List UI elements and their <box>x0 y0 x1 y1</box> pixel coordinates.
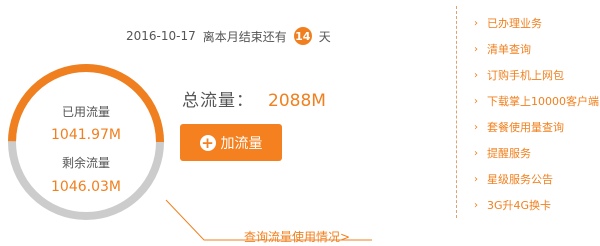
menu-item-star-service-notice[interactable]: › 星级服务公告 <box>474 166 599 192</box>
menu-divider <box>456 6 457 218</box>
menu-item-plan-usage[interactable]: › 套餐使用量查询 <box>474 114 599 140</box>
days-unit: 天 <box>318 29 331 44</box>
menu-item-order-data-pack[interactable]: › 订购手机上网包 <box>474 62 599 88</box>
days-left-badge: 14 <box>293 27 312 45</box>
chevron-right-icon: › <box>474 199 478 211</box>
chevron-right-icon: › <box>474 17 478 29</box>
total-flow-value: 2088M <box>268 91 326 111</box>
date-line: 2016-10-17 离本月结束还有 14 天 <box>126 26 331 46</box>
chevron-right-icon: › <box>474 173 478 185</box>
plus-icon: + <box>199 133 216 152</box>
menu-item-reminder-service[interactable]: › 提醒服务 <box>474 140 599 166</box>
month-end-text: 离本月结束还有 <box>202 29 287 44</box>
chevron-right-icon: › <box>474 147 478 159</box>
chevron-right-icon: › <box>474 43 478 55</box>
side-menu: › 已办理业务 › 清单查询 › 订购手机上网包 › 下载掌上10000客户端 › 套餐使… <box>474 10 599 218</box>
used-label: 已用流量 <box>61 105 110 119</box>
remaining-label: 剩余流量 <box>61 156 110 170</box>
total-flow-label: 总流量： <box>182 91 254 111</box>
chevron-right-icon: › <box>474 95 478 107</box>
menu-item-bill-query[interactable]: › 清单查询 <box>474 36 599 62</box>
add-flow-label: 加流量 <box>220 135 263 152</box>
add-flow-button[interactable]: + 加流量 <box>180 124 282 161</box>
menu-item-3g-to-4g[interactable]: › 3G升4G换卡 <box>474 192 599 218</box>
used-value: 1041.97M <box>51 127 121 143</box>
chevron-right-icon: › <box>474 121 478 133</box>
menu-item-download-client[interactable]: › 下载掌上10000客户端 <box>474 88 599 114</box>
menu-item-processed-services[interactable]: › 已办理业务 <box>474 10 599 36</box>
chevron-right-icon: › <box>474 69 478 81</box>
current-date: 2016-10-17 <box>126 29 196 43</box>
remaining-value: 1046.03M <box>51 179 121 195</box>
total-flow: 总流量： 2088M <box>182 86 326 111</box>
query-usage-link[interactable]: 查询流量使用情况> <box>244 228 350 245</box>
